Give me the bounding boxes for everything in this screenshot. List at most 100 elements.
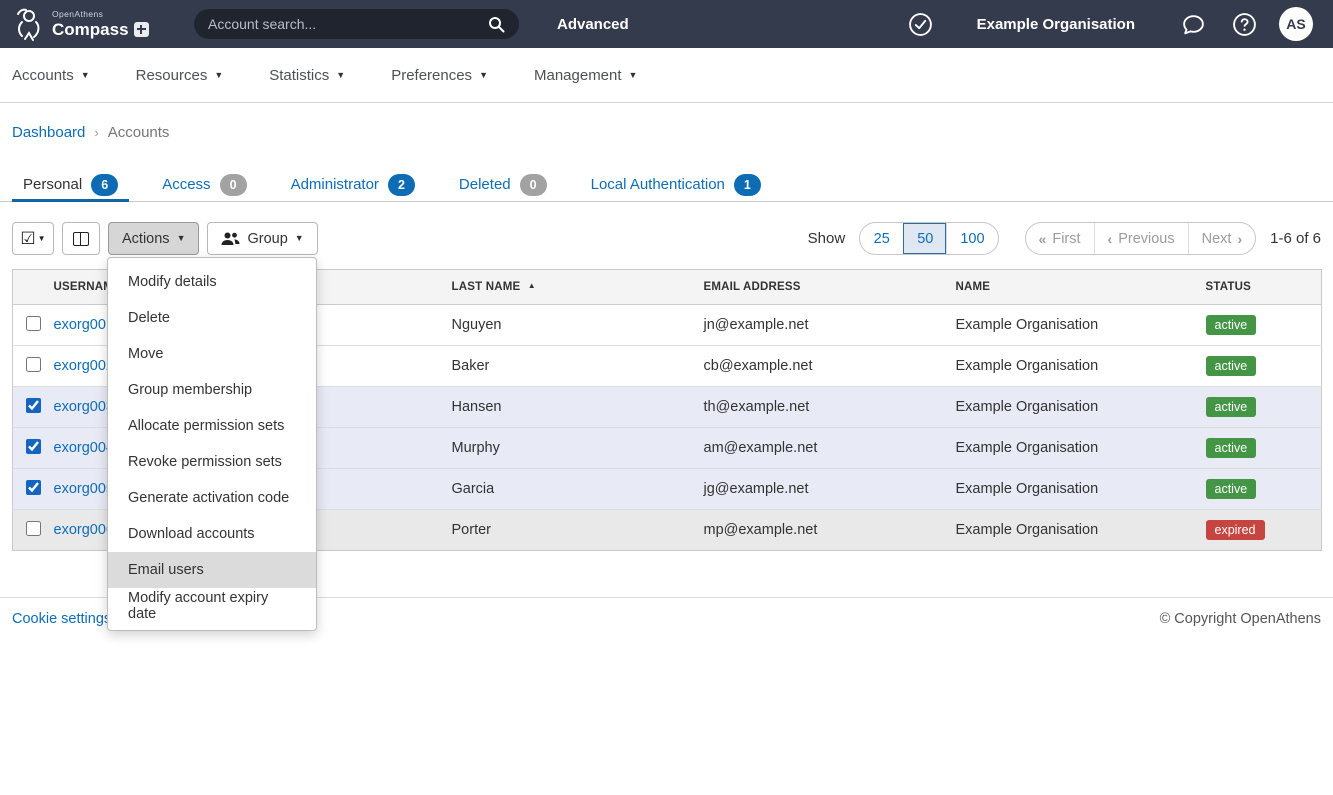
column-settings-button[interactable] xyxy=(62,222,100,255)
last-name-cell: Garcia xyxy=(440,469,692,510)
menu-item-revoke-permission-sets[interactable]: Revoke permission sets xyxy=(108,444,316,480)
menu-item-group-membership[interactable]: Group membership xyxy=(108,372,316,408)
group-people-icon xyxy=(221,232,240,246)
nav-item-preferences[interactable]: Preferences▼ xyxy=(391,67,488,84)
checkbox-select-icon: ☑ xyxy=(20,230,35,247)
menu-item-allocate-permission-sets[interactable]: Allocate permission sets xyxy=(108,408,316,444)
username-link[interactable]: exorg005 xyxy=(54,481,114,497)
email-cell: th@example.net xyxy=(692,387,944,428)
tab-deleted[interactable]: Deleted 0 xyxy=(448,168,558,201)
menu-item-modify-details[interactable]: Modify details xyxy=(108,264,316,300)
name-cell: Example Organisation xyxy=(944,346,1194,387)
page-size-50[interactable]: 50 xyxy=(903,223,946,254)
header-name[interactable]: NAME xyxy=(944,270,1194,305)
breadcrumb-current: Accounts xyxy=(108,124,170,141)
pagination-previous-button[interactable]: ‹ Previous xyxy=(1094,223,1188,254)
status-badge: active xyxy=(1206,356,1257,377)
columns-icon xyxy=(73,232,89,246)
actions-dropdown-button[interactable]: Actions ▼ xyxy=(108,222,199,255)
row-checkbox[interactable] xyxy=(26,521,41,536)
tab-personal[interactable]: Personal 6 xyxy=(12,168,129,201)
nav-item-resources[interactable]: Resources▼ xyxy=(136,67,224,84)
breadcrumb-dashboard-link[interactable]: Dashboard xyxy=(12,124,85,141)
status-badge: active xyxy=(1206,438,1257,459)
page-size-100[interactable]: 100 xyxy=(946,223,997,254)
chevron-down-icon: ▼ xyxy=(214,71,223,80)
row-checkbox[interactable] xyxy=(26,357,41,372)
cookie-settings-link[interactable]: Cookie settings xyxy=(12,611,111,627)
tab-count-badge: 1 xyxy=(734,174,761,196)
brand-name-top: OpenAthens xyxy=(52,10,149,19)
sort-ascending-icon: ▲ xyxy=(528,281,536,290)
menu-item-delete[interactable]: Delete xyxy=(108,300,316,336)
page-size-25[interactable]: 25 xyxy=(860,223,903,254)
messages-icon[interactable] xyxy=(1181,12,1206,37)
chevron-down-icon: ▼ xyxy=(177,234,186,243)
show-label: Show xyxy=(808,230,846,247)
status-badge: expired xyxy=(1206,520,1265,541)
last-name-cell: Baker xyxy=(440,346,692,387)
tab-administrator[interactable]: Administrator 2 xyxy=(280,168,426,201)
menu-item-email-users[interactable]: Email users xyxy=(108,552,316,588)
nav-item-statistics[interactable]: Statistics▼ xyxy=(269,67,345,84)
menu-item-download-accounts[interactable]: Download accounts xyxy=(108,516,316,552)
email-cell: am@example.net xyxy=(692,428,944,469)
username-link[interactable]: exorg001 xyxy=(54,317,114,333)
username-link[interactable]: exorg003 xyxy=(54,399,114,415)
row-checkbox[interactable] xyxy=(26,316,41,331)
username-link[interactable]: exorg002 xyxy=(54,358,114,374)
row-checkbox[interactable] xyxy=(26,439,41,454)
nav-item-accounts[interactable]: Accounts▼ xyxy=(12,67,90,84)
user-avatar[interactable]: AS xyxy=(1279,7,1313,41)
select-all-button[interactable]: ☑ ▼ xyxy=(12,222,54,255)
tab-local-authentication[interactable]: Local Authentication 1 xyxy=(580,168,772,201)
name-cell: Example Organisation xyxy=(944,469,1194,510)
chevron-right-icon: › xyxy=(1237,231,1242,247)
name-cell: Example Organisation xyxy=(944,305,1194,346)
plus-badge-icon xyxy=(134,22,149,37)
email-cell: jn@example.net xyxy=(692,305,944,346)
tab-count-badge: 2 xyxy=(388,174,415,196)
status-check-circle-icon[interactable] xyxy=(908,12,933,37)
menu-item-move[interactable]: Move xyxy=(108,336,316,372)
last-name-cell: Nguyen xyxy=(440,305,692,346)
group-dropdown-button[interactable]: Group ▼ xyxy=(207,222,317,255)
organisation-name[interactable]: Example Organisation xyxy=(977,16,1135,33)
menu-item-generate-activation-code[interactable]: Generate activation code xyxy=(108,480,316,516)
brand-logo[interactable]: OpenAthens Compass xyxy=(12,6,176,42)
search-placeholder: Account search... xyxy=(208,16,316,32)
chevron-down-icon: ▼ xyxy=(38,234,46,243)
tab-count-badge: 6 xyxy=(91,174,118,196)
pagination-first-button[interactable]: « First xyxy=(1026,223,1094,254)
chevron-down-icon: ▼ xyxy=(295,234,304,243)
row-checkbox[interactable] xyxy=(26,480,41,495)
tab-count-badge: 0 xyxy=(520,174,547,196)
chevron-left-icon: ‹ xyxy=(1108,231,1113,247)
status-badge: active xyxy=(1206,479,1257,500)
openathens-figure-icon xyxy=(12,6,46,42)
page-size-group: 25 50 100 xyxy=(859,222,998,255)
menu-item-modify-account-expiry-date[interactable]: Modify account expiry date xyxy=(108,588,316,624)
help-icon[interactable] xyxy=(1232,12,1257,37)
header-last-name[interactable]: LAST NAME ▲ xyxy=(440,270,692,305)
email-cell: jg@example.net xyxy=(692,469,944,510)
username-link[interactable]: exorg006 xyxy=(54,522,114,538)
username-link[interactable]: exorg004 xyxy=(54,440,114,456)
header-email-address[interactable]: EMAIL ADDRESS xyxy=(692,270,944,305)
last-name-cell: Porter xyxy=(440,510,692,551)
double-chevron-left-icon: « xyxy=(1039,231,1047,247)
search-icon[interactable] xyxy=(488,16,505,33)
chevron-down-icon: ▼ xyxy=(81,71,90,80)
nav-item-management[interactable]: Management▼ xyxy=(534,67,637,84)
tab-access[interactable]: Access 0 xyxy=(151,168,257,201)
header-status[interactable]: STATUS xyxy=(1194,270,1322,305)
header-checkbox-column xyxy=(13,270,46,305)
last-name-cell: Murphy xyxy=(440,428,692,469)
pagination-next-button[interactable]: Next › xyxy=(1188,223,1256,254)
status-badge: active xyxy=(1206,315,1257,336)
brand-name-bottom: Compass xyxy=(52,21,129,38)
row-checkbox[interactable] xyxy=(26,398,41,413)
account-search-input[interactable]: Account search... xyxy=(194,9,519,39)
advanced-search-link[interactable]: Advanced xyxy=(557,16,629,33)
actions-dropdown-menu: Modify details Delete Move Group members… xyxy=(107,257,317,631)
